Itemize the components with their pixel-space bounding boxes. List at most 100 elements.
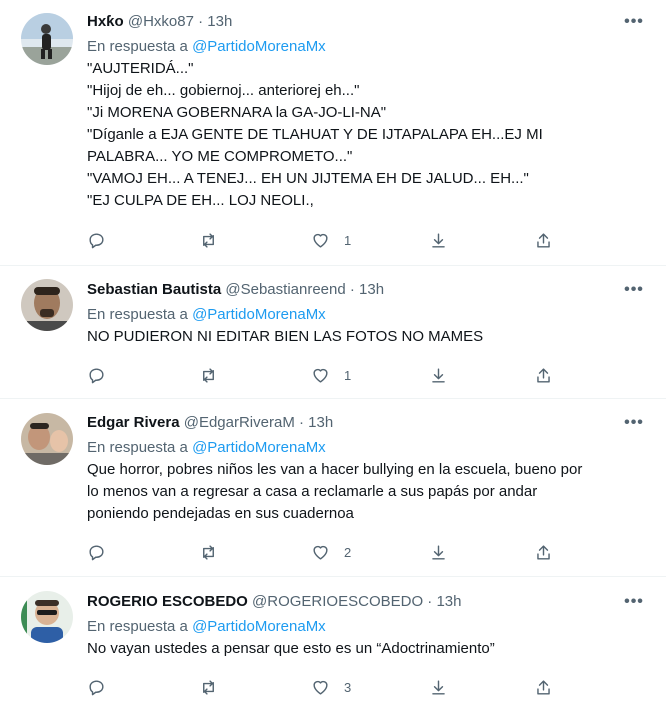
separator: · (298, 414, 304, 431)
tweet-text-line: "Díganle a EJA GENTE DE TLAHUAT Y DE IJT… (87, 126, 543, 143)
tweet[interactable]: Sebastian Bautista @Sebastianreend · 13h… (0, 266, 666, 399)
tweet-actions: 1 (87, 230, 666, 250)
user-handle[interactable]: @ROGERIOESCOBEDO (252, 593, 423, 610)
retweet-icon (203, 679, 214, 695)
display-name[interactable]: Hxƙo (87, 13, 124, 30)
more-options-icon[interactable]: ••• (622, 11, 646, 33)
reply-mention-link[interactable]: @PartidoMorenaMx (192, 306, 326, 323)
more-options-icon[interactable]: ••• (622, 591, 646, 613)
tweet-header: ROGERIO ESCOBEDO @ROGERIOESCOBEDO · 13h … (87, 591, 646, 613)
separator: · (349, 281, 355, 298)
retweet-button[interactable] (199, 230, 218, 250)
tweet[interactable]: ROGERIO ESCOBEDO @ROGERIOESCOBEDO · 13h … (0, 577, 666, 704)
retweet-icon (203, 367, 214, 383)
share-icon (537, 232, 550, 248)
like-count: 1 (344, 367, 352, 383)
retweet-icon (203, 544, 214, 560)
display-name[interactable]: Edgar Rivera (87, 414, 180, 431)
tweet-actions: 2 (87, 542, 666, 562)
reply-mention-link[interactable]: @PartidoMorenaMx (192, 439, 326, 456)
share-button[interactable] (534, 365, 553, 385)
reply-button[interactable] (87, 542, 106, 562)
reply-context: En respuesta a @PartidoMorenaMx (87, 616, 646, 638)
avatar[interactable] (21, 279, 73, 331)
share-button[interactable] (534, 677, 553, 697)
share-icon (537, 544, 550, 560)
user-handle[interactable]: @EdgarRiveraM (184, 414, 295, 431)
like-button[interactable]: 1 (311, 230, 351, 250)
timestamp[interactable]: 13h (207, 13, 232, 30)
bookmark-button[interactable] (429, 365, 448, 385)
tweet-text-line: "EJ CULPA DE EH... LOJ NEOLI., (87, 192, 314, 209)
reply-icon (89, 544, 104, 560)
like-button[interactable]: 2 (311, 542, 351, 562)
more-options-icon[interactable]: ••• (622, 412, 646, 434)
tweet-actions: 3 (87, 677, 666, 697)
separator: · (198, 13, 204, 30)
reply-button[interactable] (87, 365, 106, 385)
retweet-button[interactable] (199, 365, 218, 385)
download-arrow-icon (432, 367, 445, 383)
tweet-text: "AUJTERIDÁ..." "Hijoj de eh... gobiernoj… (87, 58, 646, 212)
tweet[interactable]: Edgar Rivera @EdgarRiveraM · 13h ••• En … (0, 399, 666, 577)
tweet-text-line: "Hijoj de eh... gobiernoj... anteriorej … (87, 82, 360, 99)
display-name[interactable]: Sebastian Bautista (87, 281, 221, 298)
tweet-text-line: No vayan ustedes a pensar que esto es un… (87, 640, 495, 657)
tweet-text-line: "Ji MORENA GOBERNARA la GA-JO-LI-NA" (87, 104, 387, 121)
bookmark-button[interactable] (429, 542, 448, 562)
display-name[interactable]: ROGERIO ESCOBEDO (87, 593, 248, 610)
share-button[interactable] (534, 230, 553, 250)
like-button[interactable]: 1 (311, 365, 351, 385)
reply-mention-link[interactable]: @PartidoMorenaMx (192, 618, 326, 635)
timestamp[interactable]: 13h (436, 593, 461, 610)
tweet[interactable]: Hxƙo @Hxko87 · 13h ••• En respuesta a @P… (0, 0, 666, 266)
reply-context: En respuesta a @PartidoMorenaMx (87, 36, 646, 58)
download-arrow-icon (432, 679, 445, 695)
bookmark-button[interactable] (429, 230, 448, 250)
tweet-text-line: Que horror, pobres niños les van a hacer… (87, 461, 583, 478)
like-count: 2 (344, 544, 352, 560)
reply-icon (89, 232, 104, 248)
more-options-icon[interactable]: ••• (622, 279, 646, 301)
tweet-actions: 1 (87, 365, 666, 385)
reply-context: En respuesta a @PartidoMorenaMx (87, 304, 646, 326)
reply-icon (89, 679, 104, 695)
tweet-header: Hxƙo @Hxko87 · 13h ••• (87, 11, 646, 33)
tweet-text: Que horror, pobres niños les van a hacer… (87, 459, 646, 525)
tweet-text-line: PALABRA... YO ME COMPROMETO..." (87, 148, 353, 165)
reply-prefix: En respuesta a (87, 618, 188, 635)
reply-button[interactable] (87, 677, 106, 697)
tweet-text-line: poniendo pendejadas en sus cuadernoa (87, 505, 354, 522)
timestamp[interactable]: 13h (308, 414, 333, 431)
tweet-text: No vayan ustedes a pensar que esto es un… (87, 638, 646, 660)
share-button[interactable] (534, 542, 553, 562)
separator: · (427, 593, 433, 610)
download-arrow-icon (432, 544, 445, 560)
tweet-text-line: "VAMOJ EH... A TENEJ... EH UN JIJTEMA EH… (87, 170, 529, 187)
tweet-header: Edgar Rivera @EdgarRiveraM · 13h ••• (87, 412, 646, 434)
avatar[interactable] (21, 591, 73, 643)
reply-button[interactable] (87, 230, 106, 250)
tweet-text-line: "AUJTERIDÁ..." (87, 60, 194, 77)
user-handle[interactable]: @Hxko87 (128, 13, 194, 30)
user-handle[interactable]: @Sebastianreend (225, 281, 345, 298)
bookmark-button[interactable] (429, 677, 448, 697)
reply-context: En respuesta a @PartidoMorenaMx (87, 437, 646, 459)
reply-icon (89, 367, 104, 383)
reply-mention-link[interactable]: @PartidoMorenaMx (192, 38, 326, 55)
tweet-text: NO PUDIERON NI EDITAR BIEN LAS FOTOS NO … (87, 326, 646, 348)
timestamp[interactable]: 13h (359, 281, 384, 298)
reply-prefix: En respuesta a (87, 306, 188, 323)
avatar[interactable] (21, 413, 73, 465)
share-icon (537, 367, 550, 383)
tweet-text-line: lo menos van a regresar a casa a reclama… (87, 483, 538, 500)
like-button[interactable]: 3 (311, 677, 351, 697)
retweet-icon (203, 232, 214, 248)
retweet-button[interactable] (199, 542, 218, 562)
reply-prefix: En respuesta a (87, 439, 188, 456)
share-icon (537, 679, 550, 695)
heart-icon (313, 680, 328, 695)
like-count: 3 (344, 679, 352, 695)
retweet-button[interactable] (199, 677, 218, 697)
avatar[interactable] (21, 13, 73, 65)
